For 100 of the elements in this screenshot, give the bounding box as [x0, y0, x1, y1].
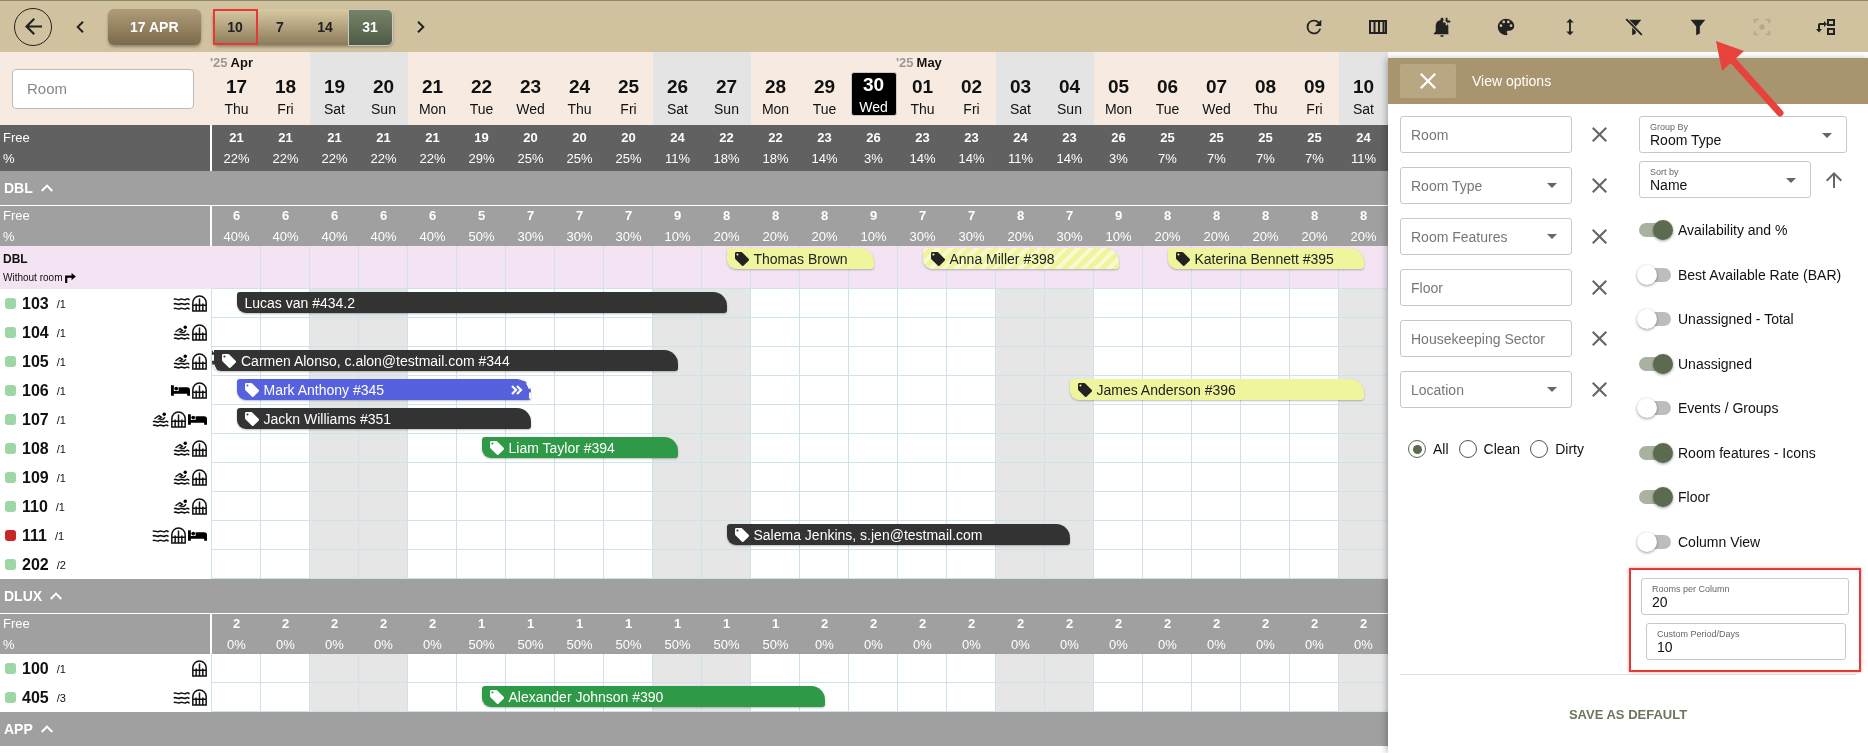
- toggle-switch[interactable]: [1639, 490, 1671, 505]
- room-number[interactable]: 100: [22, 659, 49, 678]
- date-cell[interactable]: 03 Sat: [997, 70, 1044, 122]
- number-field[interactable]: Custom Period/Days 10: [1646, 623, 1846, 660]
- free-count: 20: [621, 130, 636, 145]
- room-number[interactable]: 103: [22, 294, 49, 313]
- date-cell[interactable]: 05 Mon: [1095, 70, 1142, 122]
- booking-bar[interactable]: Thomas Brown: [726, 248, 874, 269]
- toggle-switch[interactable]: [1639, 356, 1671, 371]
- free-count: 6: [428, 208, 437, 223]
- room-number[interactable]: 106: [22, 381, 49, 400]
- date-cell[interactable]: 29 Tue: [801, 70, 848, 122]
- free-count: 2: [1310, 616, 1319, 631]
- date-cell[interactable]: 08 Thu: [1242, 70, 1289, 122]
- arch-icon: [192, 324, 207, 341]
- date-cell[interactable]: 30 Wed: [850, 72, 897, 116]
- date-cell[interactable]: 21 Mon: [409, 70, 456, 122]
- chevron-up-icon: [40, 725, 53, 733]
- number-field[interactable]: Rooms per Column 20: [1641, 578, 1849, 615]
- room-number[interactable]: 105: [22, 352, 49, 371]
- date-button[interactable]: 17 APR: [108, 8, 201, 45]
- booking-bar[interactable]: Jackn Williams #351: [236, 408, 531, 429]
- room-number[interactable]: 110: [22, 497, 48, 516]
- group-by-select[interactable]: Group By Room Type: [1639, 116, 1847, 153]
- date-cell[interactable]: 26 Sat: [654, 70, 701, 122]
- free-count: 8: [771, 208, 780, 223]
- date-cell[interactable]: 27 Sun: [703, 70, 750, 122]
- arch-icon: [192, 295, 207, 312]
- occupancy-percent: 18%: [762, 151, 789, 166]
- date-cell[interactable]: 25 Fri: [605, 70, 652, 122]
- tag-icon: [222, 353, 236, 368]
- booking-bar[interactable]: Salema Jenkins, s.jen@testmail.com: [726, 524, 1070, 545]
- date-cell[interactable]: 10 Sat: [1340, 70, 1387, 122]
- floor-label: /1: [55, 500, 65, 513]
- booking-bar[interactable]: Liam Taylor #394: [481, 437, 678, 458]
- occupancy-percent: 22%: [321, 151, 348, 166]
- occupancy-percent: 0%: [913, 637, 932, 652]
- occupancy-percent: 40%: [419, 229, 446, 244]
- date-cell[interactable]: 07 Wed: [1193, 70, 1240, 122]
- booking-bar[interactable]: Anna Miller #398: [922, 248, 1119, 269]
- free-count: 2: [330, 616, 339, 631]
- select-field[interactable]: Room Type: [1400, 167, 1572, 204]
- group-name: APP: [4, 721, 33, 737]
- toggle-switch[interactable]: [1639, 267, 1671, 282]
- bed-icon: [188, 414, 207, 425]
- date-cell[interactable]: 04 Sun: [1046, 70, 1093, 122]
- free-label: Free: [3, 208, 31, 223]
- date-cell[interactable]: 23 Wed: [507, 70, 554, 122]
- date-cell[interactable]: 28 Mon: [752, 70, 799, 122]
- occupancy-percent: 10%: [860, 229, 887, 244]
- weekday-label: Mon: [761, 100, 790, 117]
- date-cell[interactable]: 22 Tue: [458, 70, 505, 122]
- booking-bar[interactable]: Katerina Bennett #395: [1167, 248, 1364, 269]
- room-number[interactable]: 107: [22, 410, 49, 429]
- select-field[interactable]: Location: [1400, 371, 1572, 408]
- room-number[interactable]: 405: [22, 688, 49, 707]
- input-field[interactable]: Floor: [1400, 269, 1572, 306]
- free-count: 2: [1163, 616, 1172, 631]
- tag-icon: [244, 382, 259, 397]
- booking-bar[interactable]: Carmen Alonso, c.alon@testmail.com #344: [212, 350, 678, 371]
- save-as-default-button[interactable]: SAVE AS DEFAULT: [1554, 698, 1702, 730]
- day-number: 03: [1009, 75, 1032, 98]
- date-cell[interactable]: 18 Fri: [262, 70, 309, 122]
- date-cell[interactable]: 01 Thu: [899, 70, 946, 122]
- room-number[interactable]: 108: [22, 439, 49, 458]
- occupancy-percent: 0%: [1060, 637, 1079, 652]
- period-option[interactable]: 7: [257, 8, 303, 45]
- date-cell[interactable]: 02 Fri: [948, 70, 995, 122]
- toggle-switch[interactable]: [1639, 534, 1671, 549]
- input-field[interactable]: Housekeeping Sector: [1400, 320, 1572, 357]
- toggle-switch[interactable]: [1639, 312, 1671, 327]
- date-cell[interactable]: 20 Sun: [360, 70, 407, 122]
- occupancy-percent: 20%: [1203, 229, 1230, 244]
- booking-bar[interactable]: Lucas van #434.2: [236, 292, 727, 313]
- free-count: 2: [869, 616, 878, 631]
- room-number[interactable]: 111: [22, 526, 47, 545]
- percent-label: %: [3, 151, 16, 166]
- toggle-switch[interactable]: [1639, 223, 1671, 238]
- booking-bar[interactable]: James Anderson #396: [1069, 379, 1364, 400]
- toggle-switch[interactable]: [1639, 401, 1671, 416]
- occupancy-percent: 50%: [468, 637, 495, 652]
- room-number[interactable]: 109: [22, 468, 49, 487]
- select-field[interactable]: Room Features: [1400, 218, 1572, 255]
- date-cell[interactable]: 06 Tue: [1144, 70, 1191, 122]
- date-cell[interactable]: 17 Thu: [213, 70, 260, 122]
- booking-bar[interactable]: Alexander Johnson #390: [481, 686, 825, 707]
- period-option[interactable]: 10: [212, 8, 258, 45]
- room-number[interactable]: 202: [22, 555, 49, 574]
- date-cell[interactable]: 19 Sat: [311, 70, 358, 122]
- room-search-field[interactable]: Room: [12, 68, 194, 109]
- date-cell[interactable]: 24 Thu: [556, 70, 603, 122]
- booking-bar[interactable]: Mark Anthony #345: [236, 379, 531, 400]
- toggle-switch[interactable]: [1639, 445, 1671, 460]
- period-option[interactable]: 14: [302, 8, 348, 45]
- room-number[interactable]: 104: [22, 323, 49, 342]
- date-cell[interactable]: 09 Fri: [1291, 70, 1338, 122]
- sort-by-select[interactable]: Sort by Name: [1639, 161, 1811, 198]
- day-number: 25: [617, 75, 640, 98]
- input-field[interactable]: Room: [1400, 116, 1572, 153]
- period-option[interactable]: 31: [347, 8, 393, 46]
